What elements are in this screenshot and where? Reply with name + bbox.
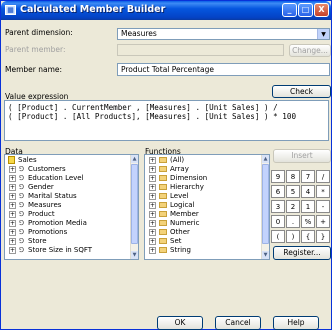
keypad-close-paren[interactable]: ) — [286, 230, 300, 243]
close-button[interactable]: X — [314, 3, 329, 17]
parent-member-field — [117, 44, 284, 56]
maximize-button[interactable]: □ — [298, 3, 313, 17]
keypad-1[interactable]: 1 — [301, 200, 315, 213]
keypad-open-brace[interactable]: { — [301, 230, 315, 243]
folder-icon — [159, 193, 167, 199]
dimension-icon: ⅁ — [19, 210, 25, 218]
folder-icon — [159, 220, 167, 226]
dimension-icon: ⅁ — [19, 174, 25, 182]
expand-plus-icon[interactable]: + — [149, 202, 156, 209]
expand-plus-icon[interactable]: + — [9, 175, 16, 182]
dimension-icon: ⅁ — [19, 192, 25, 200]
chevron-down-icon[interactable]: ▼ — [317, 29, 329, 39]
folder-icon — [159, 247, 167, 253]
keypad-5[interactable]: 5 — [286, 185, 300, 198]
scroll-up-icon[interactable]: ▲ — [131, 155, 138, 163]
keypad-4[interactable]: 4 — [301, 185, 315, 198]
folder-icon — [159, 202, 167, 208]
expand-plus-icon[interactable]: + — [149, 211, 156, 218]
calculated-member-builder-window: ▦ Calculated Member Builder _ □ X Parent… — [0, 0, 332, 330]
keypad-8[interactable]: 8 — [286, 170, 300, 183]
ok-button[interactable]: OK — [157, 316, 203, 330]
folder-icon — [159, 175, 167, 181]
keypad-open-paren[interactable]: ( — [271, 230, 285, 243]
parent-member-label: Parent member: — [5, 45, 66, 54]
folder-icon — [159, 238, 167, 244]
dimension-icon: ⅁ — [19, 228, 25, 236]
dimension-icon: ⅁ — [19, 201, 25, 209]
expand-plus-icon[interactable]: + — [9, 184, 16, 191]
keypad-close-brace[interactable]: } — [316, 230, 330, 243]
data-scrollbar[interactable]: ▲ ▼ — [130, 155, 138, 259]
cube-icon — [8, 156, 15, 164]
expand-plus-icon[interactable]: + — [9, 220, 16, 227]
keypad-minus[interactable]: - — [316, 200, 330, 213]
expand-plus-icon[interactable]: + — [9, 193, 16, 200]
folder-icon — [159, 166, 167, 172]
keypad-6[interactable]: 6 — [271, 185, 285, 198]
expand-plus-icon[interactable]: + — [149, 175, 156, 182]
keypad-multiply[interactable]: * — [316, 185, 330, 198]
expression-line-2: ( [Product] . [All Products], [Measures]… — [8, 112, 297, 121]
scroll-up-icon[interactable]: ▲ — [262, 155, 269, 163]
expand-plus-icon[interactable]: + — [149, 157, 156, 164]
expand-plus-icon[interactable]: + — [9, 202, 16, 209]
value-expression-editor[interactable]: ( [Product] . CurrentMember , [Measures]… — [4, 100, 329, 141]
change-button: Change... — [289, 44, 331, 57]
member-name-label: Member name: — [5, 65, 63, 74]
parent-dimension-value: Measures — [121, 29, 157, 38]
expression-line-1: ( [Product] . CurrentMember , [Measures]… — [8, 103, 278, 112]
expand-plus-icon[interactable]: + — [149, 166, 156, 173]
keypad-2[interactable]: 2 — [286, 200, 300, 213]
folder-icon — [159, 157, 167, 163]
keypad-0[interactable]: 0 — [271, 215, 285, 228]
expand-plus-icon[interactable]: + — [149, 220, 156, 227]
keypad-7[interactable]: 7 — [301, 170, 315, 183]
functions-scrollbar[interactable]: ▲ ▼ — [261, 155, 269, 259]
parent-dimension-label: Parent dimension: — [5, 28, 73, 37]
functions-tree[interactable]: + (All) + Array + Dimension + Hierarchy + Lev… — [144, 154, 270, 260]
parent-dimension-select[interactable]: Measures ▼ — [117, 28, 330, 40]
scroll-down-icon[interactable]: ▼ — [262, 251, 269, 259]
expand-plus-icon[interactable]: + — [149, 193, 156, 200]
register-button[interactable]: Register... — [273, 246, 331, 260]
expand-plus-icon[interactable]: + — [149, 229, 156, 236]
help-button[interactable]: Help — [273, 316, 319, 330]
scroll-thumb[interactable] — [262, 164, 269, 244]
keypad-9[interactable]: 9 — [271, 170, 285, 183]
expand-plus-icon[interactable]: + — [9, 211, 16, 218]
dimension-icon: ⅁ — [19, 165, 25, 173]
folder-icon — [159, 229, 167, 235]
cancel-button[interactable]: Cancel — [215, 316, 261, 330]
keypad-plus[interactable]: + — [316, 215, 330, 228]
dimension-icon: ⅁ — [19, 183, 25, 191]
expand-plus-icon[interactable]: + — [9, 247, 16, 254]
dimension-icon: ⅁ — [19, 219, 25, 227]
data-tree[interactable]: Sales + ⅁ Customers + ⅁ Education Level + ⅁ Ge… — [4, 154, 139, 260]
scroll-thumb[interactable] — [131, 164, 138, 244]
expand-plus-icon[interactable]: + — [149, 238, 156, 245]
dimension-icon: ⅁ — [19, 237, 25, 245]
title-bar[interactable]: ▦ Calculated Member Builder _ □ X — [1, 1, 331, 20]
member-name-input[interactable]: Product Total Percentage — [117, 63, 330, 76]
check-button[interactable]: Check — [272, 85, 331, 98]
window-app-icon: ▦ — [5, 5, 16, 15]
folder-icon — [159, 211, 167, 217]
expand-plus-icon[interactable]: + — [9, 229, 16, 236]
expand-plus-icon[interactable]: + — [149, 184, 156, 191]
keypad-dot[interactable]: . — [286, 215, 300, 228]
scroll-down-icon[interactable]: ▼ — [131, 251, 138, 259]
insert-button: Insert — [273, 149, 331, 163]
keypad-percent[interactable]: % — [301, 215, 315, 228]
expand-plus-icon[interactable]: + — [9, 238, 16, 245]
keypad-divide[interactable]: / — [316, 170, 330, 183]
dimension-icon: ⅁ — [19, 246, 25, 254]
minimize-button[interactable]: _ — [282, 3, 297, 17]
window-title: Calculated Member Builder — [20, 4, 166, 15]
folder-icon — [159, 184, 167, 190]
expand-plus-icon[interactable]: + — [9, 166, 16, 173]
keypad-3[interactable]: 3 — [271, 200, 285, 213]
expand-plus-icon[interactable]: + — [149, 247, 156, 254]
